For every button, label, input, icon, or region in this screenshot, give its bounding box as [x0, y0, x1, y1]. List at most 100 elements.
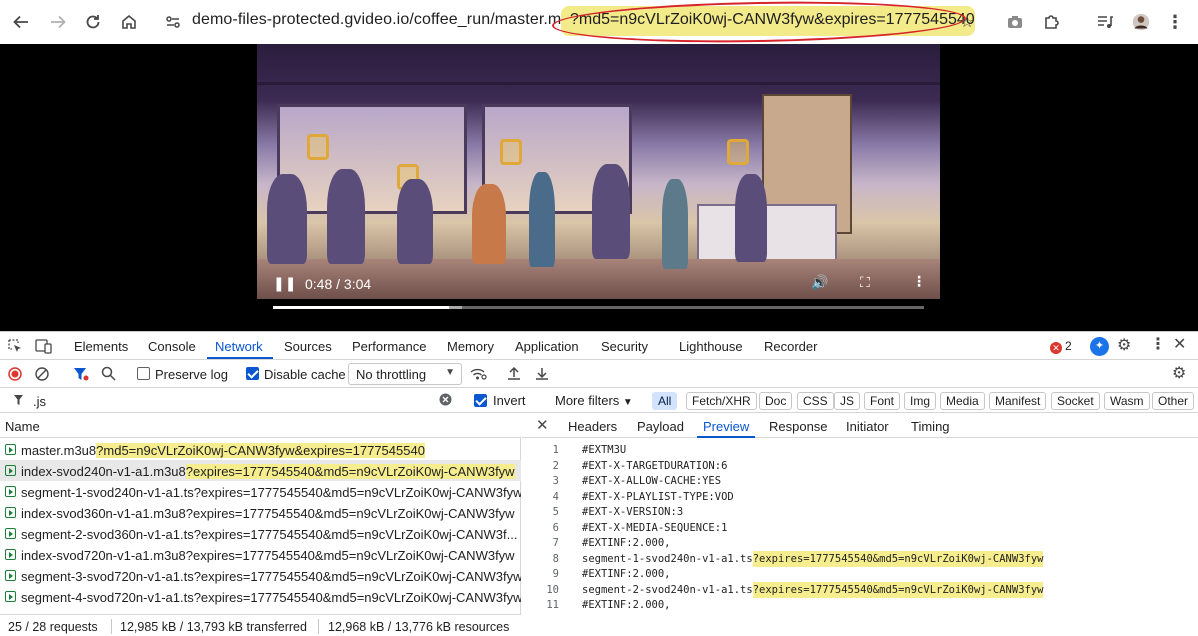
tab-initiator[interactable]: Initiator: [846, 419, 889, 434]
network-settings-icon[interactable]: ⚙: [1172, 366, 1186, 382]
inspect-element-icon[interactable]: [8, 339, 23, 357]
video-progress-bar[interactable]: [273, 306, 924, 309]
search-icon[interactable]: [101, 366, 116, 384]
ai-assistance-icon[interactable]: ✦: [1090, 337, 1109, 356]
browser-menu-icon[interactable]: ⋮: [1162, 9, 1188, 35]
filter-chip-wasm[interactable]: Wasm: [1104, 392, 1150, 410]
close-devtools-icon[interactable]: ✕: [1173, 337, 1186, 353]
export-har-icon[interactable]: [535, 366, 549, 384]
filter-chip-css[interactable]: CSS: [797, 392, 834, 410]
request-row[interactable]: segment-1-svod240n-v1-a1.ts?expires=1777…: [0, 481, 521, 502]
tab-payload[interactable]: Payload: [637, 419, 684, 434]
screenshot-icon[interactable]: [1002, 9, 1028, 35]
bookmark-star-icon[interactable]: ☆: [954, 9, 980, 35]
request-name: segment-2-svod360n-v1-a1.ts?expires=1777…: [21, 527, 518, 542]
filter-chip-fetch-xhr[interactable]: Fetch/XHR: [686, 392, 757, 410]
profile-avatar[interactable]: [1128, 9, 1154, 35]
line-number: 7: [552, 537, 559, 549]
forward-icon[interactable]: [45, 9, 71, 35]
tab-response[interactable]: Response: [769, 419, 828, 434]
volume-icon[interactable]: 🔊: [811, 274, 828, 291]
fullscreen-icon[interactable]: ⛶: [860, 274, 870, 291]
device-toolbar-icon[interactable]: [35, 339, 52, 357]
media-file-icon: [5, 465, 16, 476]
tab-lighthouse[interactable]: Lighthouse: [679, 339, 743, 354]
tab-elements[interactable]: Elements: [74, 339, 128, 354]
chevron-down-icon: ▼: [445, 367, 455, 378]
throttling-select[interactable]: No throttling ▼: [348, 363, 462, 385]
tab-performance[interactable]: Performance: [352, 339, 426, 354]
settings-gear-icon[interactable]: ⚙: [1117, 338, 1131, 354]
tab-network[interactable]: Network: [215, 339, 263, 354]
code-line: 2 #EXT-X-TARGETDURATION:6: [522, 460, 1198, 476]
line-text: #EXT-X-TARGETDURATION:6: [582, 459, 728, 472]
filter-chip-manifest[interactable]: Manifest: [989, 392, 1047, 410]
filter-chip-js[interactable]: JS: [834, 392, 861, 410]
tab-memory[interactable]: Memory: [447, 339, 494, 354]
progress-buffered: [448, 306, 462, 309]
import-har-icon[interactable]: [507, 366, 521, 384]
filter-chip-font[interactable]: Font: [864, 392, 901, 410]
video-menu-icon[interactable]: ⋮: [912, 273, 926, 290]
request-row[interactable]: master.m3u8?md5=n9cVLrZoiK0wj-CANW3fyw&e…: [0, 439, 521, 460]
pause-icon[interactable]: ❚❚: [273, 275, 296, 292]
tab-sources[interactable]: Sources: [284, 339, 332, 354]
clear-icon[interactable]: [35, 367, 49, 384]
line-text: segment-1-svod240n-v1-a1.ts?expires=1777…: [582, 550, 1044, 567]
media-file-icon: [5, 486, 16, 497]
disable-cache-checkbox[interactable]: [246, 367, 259, 380]
line-text: #EXT-X-MEDIA-SEQUENCE:1: [582, 521, 728, 534]
error-count-badge[interactable]: ✕ 2: [1050, 339, 1072, 354]
filter-chip-doc[interactable]: Doc: [759, 392, 793, 410]
line-number: 3: [552, 475, 559, 487]
request-row[interactable]: segment-4-svod720n-v1-a1.ts?expires=1777…: [0, 586, 521, 607]
record-stop-icon[interactable]: [8, 367, 22, 384]
network-conditions-icon[interactable]: [470, 367, 487, 384]
tab-recorder[interactable]: Recorder: [764, 339, 817, 354]
filter-chip-img[interactable]: Img: [904, 392, 937, 410]
filter-chip-other[interactable]: Other: [1152, 392, 1195, 410]
devtools-menu-icon[interactable]: ⋮: [1150, 337, 1166, 353]
tab-console[interactable]: Console: [148, 339, 196, 354]
person-silhouette: [267, 174, 307, 264]
preserve-log-checkbox[interactable]: [137, 367, 150, 380]
tab-timing[interactable]: Timing: [911, 419, 950, 434]
more-filters-dropdown[interactable]: More filters ▼: [555, 393, 633, 408]
clear-filter-icon[interactable]: [439, 393, 452, 409]
filter-input[interactable]: .js: [33, 394, 46, 409]
line-text: #EXT-X-PLAYLIST-TYPE:VOD: [582, 490, 734, 503]
request-name: index-svod240n-v1-a1.m3u8?expires=177754…: [21, 464, 515, 479]
filter-chip-media[interactable]: Media: [940, 392, 985, 410]
address-bar[interactable]: demo-files-protected.gvideo.io/coffee_ru…: [192, 11, 579, 29]
request-row[interactable]: index-svod360n-v1-a1.m3u8?expires=177754…: [0, 502, 521, 523]
network-status-bar: 25 / 28 requests 12,985 kB / 13,793 kB t…: [0, 614, 521, 636]
home-icon[interactable]: [116, 9, 142, 35]
filter-funnel-icon[interactable]: [73, 367, 89, 385]
request-row[interactable]: index-svod240n-v1-a1.m3u8?expires=177754…: [0, 460, 521, 481]
request-name: segment-4-svod720n-v1-a1.ts?expires=1777…: [21, 590, 521, 605]
site-settings-icon[interactable]: [160, 9, 186, 35]
request-row[interactable]: index-svod720n-v1-a1.m3u8?expires=177754…: [0, 544, 521, 565]
close-detail-icon[interactable]: ✕: [536, 418, 549, 433]
tab-security[interactable]: Security: [601, 339, 648, 354]
tab-preview[interactable]: Preview: [703, 419, 749, 434]
extensions-icon[interactable]: [1038, 9, 1064, 35]
request-detail-panel: ✕ Headers Payload Preview Response Initi…: [522, 414, 1198, 636]
media-controls-icon[interactable]: [1092, 9, 1118, 35]
filter-chip-socket[interactable]: Socket: [1051, 392, 1100, 410]
tab-headers[interactable]: Headers: [568, 419, 617, 434]
person-silhouette: [397, 179, 433, 264]
name-column-header[interactable]: Name: [0, 414, 521, 438]
filter-chip-all[interactable]: All: [652, 392, 678, 410]
request-row[interactable]: segment-2-svod360n-v1-a1.ts?expires=1777…: [0, 523, 521, 544]
line-number: 1: [552, 444, 559, 456]
request-row[interactable]: segment-3-svod720n-v1-a1.ts?expires=1777…: [0, 565, 521, 586]
code-line: 6 #EXT-X-MEDIA-SEQUENCE:1: [522, 522, 1198, 538]
back-icon[interactable]: [8, 9, 34, 35]
code-line: 1 #EXTM3U: [522, 444, 1198, 460]
invert-checkbox[interactable]: [474, 394, 487, 407]
video-frame[interactable]: [257, 44, 940, 299]
tab-application[interactable]: Application: [515, 339, 579, 354]
reload-icon[interactable]: [80, 9, 106, 35]
filter-icon: [13, 394, 24, 409]
